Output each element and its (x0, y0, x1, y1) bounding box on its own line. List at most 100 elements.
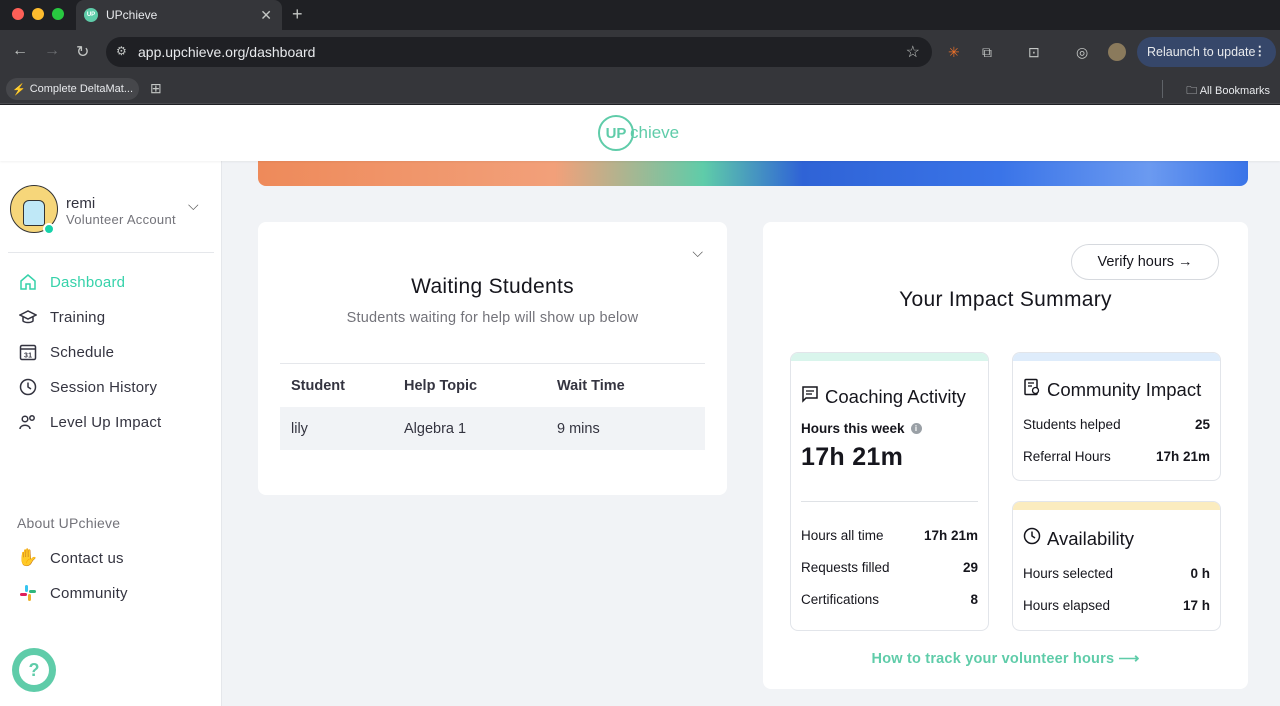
relaunch-label: Relaunch to update (1147, 45, 1256, 59)
coaching-divider (801, 501, 978, 502)
track-hours-link[interactable]: How to track your volunteer hours ⟶ (763, 651, 1248, 667)
stat-label: Requests filled (801, 560, 890, 575)
page-content: UP chieve remi Volunteer Account ⌵ Dashb… (0, 105, 1280, 706)
back-icon[interactable]: ← (12, 42, 28, 60)
about-heading[interactable]: About UPchieve (17, 515, 120, 531)
slack-icon (18, 583, 38, 603)
browser-tab[interactable]: UP UPchieve ✕ (76, 0, 282, 30)
sidebar-item-level-up-impact[interactable]: Level Up Impact (18, 412, 161, 432)
reload-icon[interactable]: ↻ (76, 42, 89, 62)
site-settings-icon[interactable]: ⚙ (116, 44, 127, 58)
tab-title: UPchieve (106, 8, 158, 22)
sync-icon[interactable]: ◎ (1076, 44, 1088, 61)
logo-mark: UP (598, 115, 634, 151)
calendar-icon: 31 (18, 342, 38, 362)
hours-this-week-text: Hours this week (801, 421, 905, 436)
hours-this-week-value: 17h 21m (801, 443, 904, 471)
people-icon (18, 412, 38, 432)
table-row[interactable]: lily Algebra 1 9 mins (280, 407, 705, 450)
sidebar-item-label: Schedule (50, 343, 115, 361)
sidebar-item-session-history[interactable]: Session History (18, 377, 157, 397)
close-window-button[interactable] (12, 8, 24, 20)
sidebar-item-dashboard[interactable]: Dashboard (18, 272, 125, 292)
stat-value: 17h 21m (1155, 449, 1210, 464)
stat-value: 17 h (1182, 598, 1210, 613)
bookmark-star-icon[interactable]: ☆ (906, 42, 920, 62)
chat-bubble-icon (801, 385, 819, 408)
address-bar[interactable]: ⚙ app.upchieve.org/dashboard ☆ (106, 37, 932, 67)
sidebar-item-label: Contact us (50, 549, 124, 567)
sidebar-divider (8, 252, 214, 253)
profile-avatar-icon[interactable] (1108, 43, 1126, 61)
impact-summary-card: Verify hours → Your Impact Summary Coach… (763, 222, 1248, 689)
extension-sunburst-icon[interactable]: ✳ (948, 44, 960, 61)
sidebar-item-community[interactable]: Community (18, 583, 128, 603)
card-accent-bar (791, 353, 988, 361)
availability-heading: Availability (1023, 527, 1134, 550)
help-topic: Algebra 1 (404, 420, 467, 437)
availability-card: Availability Hours selected 0 h Hours el… (1012, 501, 1221, 631)
sidebar-item-label: Training (50, 308, 106, 326)
bookmarks-separator (1162, 80, 1163, 98)
waving-hand-icon: ✋ (17, 548, 39, 567)
certifications-row: Certifications 8 (801, 592, 978, 607)
community-impact-card: Community Impact Students helped 25 Refe… (1012, 352, 1221, 481)
stat-label: Hours selected (1023, 566, 1114, 581)
new-tab-icon[interactable]: + (292, 4, 303, 25)
all-bookmarks-button[interactable]: 🗀 All Bookmarks (1186, 82, 1270, 101)
upchieve-logo[interactable]: UP chieve (598, 115, 679, 151)
tab-search-icon[interactable]: ⊡ (1028, 44, 1040, 61)
folder-icon: 🗀 (1186, 85, 1200, 97)
waiting-students-card: ⌵ Waiting Students Students waiting for … (258, 222, 727, 495)
sidebar-item-training[interactable]: Training (18, 307, 105, 327)
column-header-help-topic: Help Topic (404, 377, 478, 394)
clock-icon (18, 377, 38, 397)
student-name: lily (291, 420, 308, 437)
apps-grid-icon[interactable]: ⊞ (150, 80, 162, 97)
browser-toolbar: ← → ↻ ⚙ app.upchieve.org/dashboard ☆ ✳ ⧉… (0, 30, 1280, 74)
question-mark-icon: ? (19, 655, 49, 685)
community-impact-heading: Community Impact (1023, 378, 1201, 401)
browser-tab-strip: UP UPchieve ✕ + (0, 0, 1280, 30)
svg-text:31: 31 (24, 353, 32, 360)
info-icon[interactable]: i (910, 423, 922, 434)
sidebar-item-schedule[interactable]: 31 Schedule (18, 342, 114, 362)
close-tab-icon[interactable]: ✕ (260, 7, 272, 24)
hours-elapsed-row: Hours elapsed 17 h (1023, 598, 1210, 613)
chevron-down-icon[interactable]: ⌵ (188, 197, 199, 214)
maximize-window-button[interactable] (52, 8, 64, 20)
sidebar-item-label: Session History (50, 378, 158, 396)
sidebar: remi Volunteer Account ⌵ Dashboard Train… (0, 161, 222, 706)
sidebar-item-label: Dashboard (50, 273, 126, 291)
bookmark-deltamath[interactable]: ⚡ Complete DeltaMat... (6, 78, 140, 100)
verify-hours-button[interactable]: Verify hours → (1071, 244, 1219, 280)
more-options-icon[interactable]: ⋮ (1254, 43, 1267, 58)
graduation-cap-icon (18, 307, 38, 327)
home-icon (18, 272, 38, 292)
sidebar-item-label: Community (50, 584, 128, 602)
extensions-puzzle-icon[interactable]: ⧉ (982, 44, 992, 61)
stat-label: Hours all time (801, 528, 884, 543)
minimize-window-button[interactable] (32, 8, 44, 20)
bookmark-favicon-icon: ⚡ (12, 83, 26, 96)
app-header: UP chieve (0, 105, 1280, 161)
stat-label: Certifications (801, 592, 880, 607)
coaching-activity-title: Coaching Activity (825, 385, 966, 407)
forward-icon[interactable]: → (44, 42, 60, 60)
community-impact-title: Community Impact (1047, 378, 1202, 400)
stat-value: 17h 21m (923, 528, 978, 543)
username: remi (66, 195, 96, 212)
online-status-indicator (43, 223, 55, 235)
chevron-down-icon[interactable]: ⌵ (692, 244, 703, 261)
bookmarks-bar: ⚡ Complete DeltaMat... ⊞ 🗀 All Bookmarks (0, 74, 1280, 104)
table-header-row: Student Help Topic Wait Time (280, 364, 705, 407)
sidebar-item-contact-us[interactable]: ✋ Contact us (17, 548, 124, 568)
clock-icon (1023, 527, 1041, 550)
hours-this-week-label: Hours this week i (801, 421, 922, 436)
relaunch-button[interactable]: Relaunch to update ⋮ (1137, 37, 1276, 67)
help-button[interactable]: ? (12, 648, 56, 692)
waiting-students-table: Student Help Topic Wait Time lily Algebr… (280, 363, 705, 450)
stat-value: 25 (1194, 417, 1210, 432)
column-header-student: Student (291, 377, 345, 394)
dashboard-banner (258, 161, 1248, 186)
